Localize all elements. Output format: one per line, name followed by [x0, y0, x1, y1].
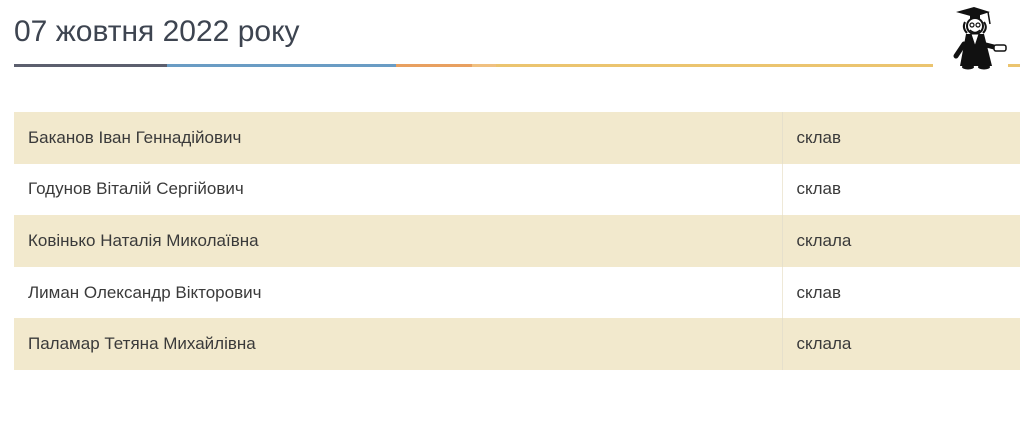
- table-row: Ковінько Наталія Миколаївна склала: [14, 215, 1020, 267]
- table-row: Баканов Іван Геннадійович склав: [14, 112, 1020, 164]
- exam-status: склала: [782, 215, 1020, 267]
- results-table: Баканов Іван Геннадійович склав Годунов …: [14, 112, 1020, 370]
- exam-status: склав: [782, 112, 1020, 164]
- professor-graduate-icon: [944, 4, 1008, 70]
- student-name: Годунов Віталій Сергійович: [14, 163, 783, 216]
- table-row: Паламар Тетяна Михайлівна склала: [14, 318, 1020, 370]
- rule-segment: [167, 64, 396, 67]
- rule-segment: [496, 64, 933, 67]
- student-name: Паламар Тетяна Михайлівна: [14, 318, 783, 370]
- student-name: Ковінько Наталія Миколаївна: [14, 215, 783, 267]
- table-row: Годунов Віталій Сергійович склав: [14, 163, 1020, 216]
- page: 07 жовтня 2022 року Баканов Іван Геннаді…: [0, 0, 1030, 437]
- page-title: 07 жовтня 2022 року: [14, 15, 300, 48]
- header: 07 жовтня 2022 року: [14, 0, 1020, 70]
- student-name: Лиман Олександр Вікторович: [14, 266, 783, 319]
- rule-segment: [396, 64, 472, 67]
- exam-status: склала: [782, 318, 1020, 370]
- rule-segment: [472, 64, 496, 67]
- exam-status: склав: [782, 266, 1020, 319]
- rule-segment: [14, 64, 167, 67]
- title-rule: [14, 64, 1020, 67]
- table-row: Лиман Олександр Вікторович склав: [14, 266, 1020, 319]
- student-name: Баканов Іван Геннадійович: [14, 112, 783, 164]
- exam-status: склав: [782, 163, 1020, 216]
